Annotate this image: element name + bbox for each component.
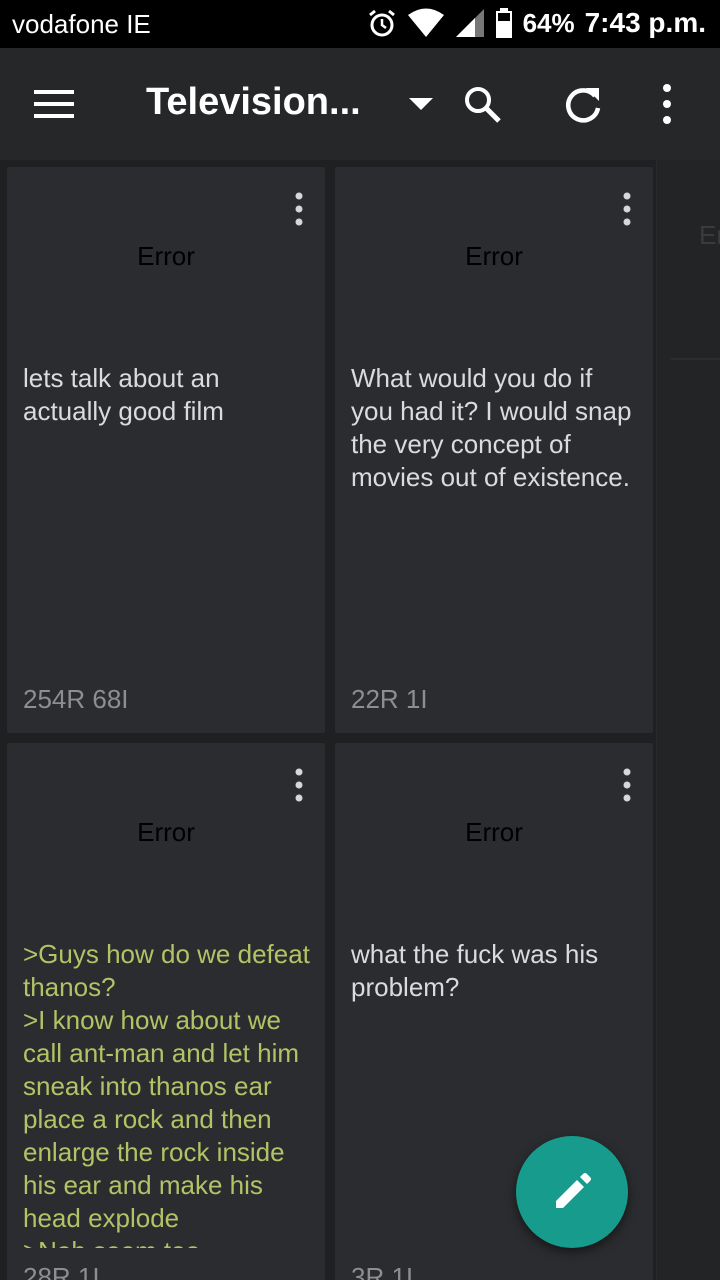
thumbnail-error: Error: [465, 241, 523, 271]
pencil-icon: [556, 1173, 591, 1208]
battery-percent: 64%: [522, 7, 575, 38]
refresh-icon[interactable]: [562, 84, 604, 126]
thumbnail-error: Error: [137, 817, 195, 847]
status-bar: vodafone IE 64% 7:43 p.m.: [0, 0, 720, 48]
thread-card[interactable]: Error lets talk about an actually good f…: [7, 167, 325, 733]
carrier-name: vodafone IE: [12, 9, 151, 39]
thumbnail-error: Error: [137, 241, 195, 271]
card-more-icon[interactable]: [615, 191, 639, 227]
board-title[interactable]: Television...: [146, 81, 361, 124]
card-more-icon[interactable]: [615, 767, 639, 803]
dropdown-arrow-icon[interactable]: [406, 92, 436, 116]
side-panel-peek[interactable]: Er: [656, 160, 720, 1280]
reply-image-count: 254R 68I: [23, 684, 129, 714]
reply-image-count: 22R 1I: [351, 684, 428, 714]
side-panel-peek-text: Er: [699, 220, 720, 250]
app-bar: Television...: [0, 48, 720, 160]
thread-card[interactable]: Error >Guys how do we defeat thanos? >I …: [7, 743, 325, 1280]
battery-icon: [495, 8, 512, 38]
reply-image-count: 28R 1I: [23, 1262, 100, 1280]
search-icon[interactable]: [462, 84, 502, 124]
thread-excerpt: lets talk about an actually good film: [23, 363, 224, 426]
status-icons: 64% 7:43 p.m.: [367, 7, 706, 39]
card-more-icon[interactable]: [287, 191, 311, 227]
thread-excerpt: what the fuck was his problem?: [351, 939, 599, 1002]
menu-icon[interactable]: [30, 84, 78, 124]
card-more-icon[interactable]: [287, 767, 311, 803]
thread-card[interactable]: Error What would you do if you had it? I…: [335, 167, 653, 733]
thumbnail-error: Error: [465, 817, 523, 847]
reply-image-count: 3R 1I: [351, 1262, 414, 1280]
thread-excerpt: What would you do if you had it? I would…: [351, 363, 632, 492]
new-thread-button[interactable]: [516, 1136, 628, 1248]
more-vert-icon[interactable]: [652, 82, 682, 126]
clock: 7:43 p.m.: [584, 7, 706, 38]
alarm-icon: [368, 9, 395, 37]
wifi-icon: [407, 8, 444, 37]
thread-excerpt-greentext: >Guys how do we defeat thanos? >I know h…: [23, 939, 310, 1248]
divider: [671, 358, 720, 360]
signal-icon: [455, 9, 484, 37]
